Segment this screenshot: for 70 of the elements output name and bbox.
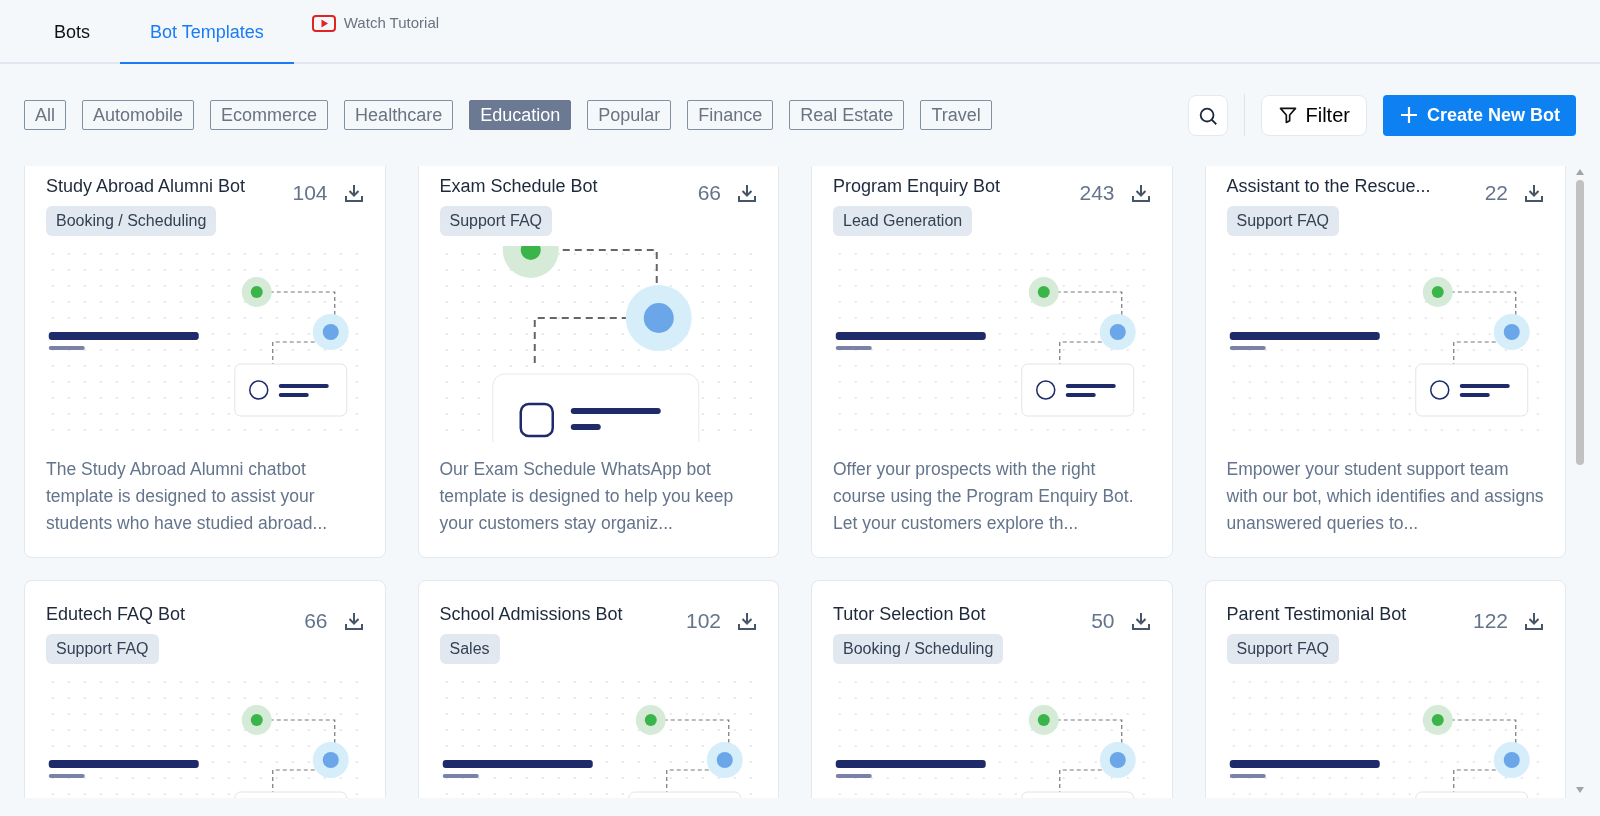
template-card[interactable]: Exam Schedule Bot Support FAQ 66 Our Exam Schedule WhatsApp bot template is designed to help you keep your customers stay organiz... [417,166,779,558]
template-description: The Study Abroad Alumni chatbot template is designed to assist your students who have studied abroad... [46,458,329,535]
download-button[interactable] [737,610,757,631]
category-chip[interactable]: Education [469,100,572,130]
template-description: Empower your student support team with our bot, which identifies and assigns unanswered queries to... [1226,458,1544,535]
download-count: 102 [685,608,721,634]
category-tag: Support FAQ [439,206,552,236]
play-icon [311,14,336,32]
download-icon [737,182,757,203]
download-button[interactable] [737,182,757,203]
template-card[interactable]: Edutech FAQ Bot Support FAQ 66 [24,580,386,798]
template-card[interactable]: Parent Testimonial Bot Support FAQ 122 [1204,580,1566,798]
create-new-bot-button[interactable]: Create New Bot [1382,94,1576,136]
download-count: 22 [1484,180,1508,206]
download-count: 122 [1472,608,1508,634]
watch-tutorial-link[interactable]: Watch Tutorial [311,0,440,62]
category-tag: Support FAQ [1226,206,1339,236]
filter-button[interactable]: Filter [1260,94,1367,136]
filter-icon [1277,105,1298,125]
download-count: 104 [292,180,328,206]
template-title: School Admissions Bot [439,603,623,626]
category-tag: Booking / Scheduling [46,206,217,236]
category-tag: Booking / Scheduling [833,634,1004,664]
category-tag: Support FAQ [1226,634,1339,664]
template-title: Study Abroad Alumni Bot [46,175,246,198]
download-count: 50 [1091,608,1115,634]
download-button[interactable] [1524,610,1544,631]
download-count: 66 [304,608,328,634]
category-chip[interactable]: All [24,100,66,130]
template-card[interactable]: Tutor Selection Bot Booking / Scheduling 50 [811,580,1173,798]
download-icon [737,610,757,631]
category-tag: Lead Generation [833,206,973,236]
download-count: 243 [1079,180,1115,206]
download-icon [343,610,364,631]
category-tag: Sales [439,634,500,664]
category-chip[interactable]: Healthcare [344,100,454,130]
download-icon [1130,182,1151,203]
category-tag: Support FAQ [46,634,159,664]
download-icon [1130,610,1151,631]
tab[interactable]: Bot Templates [120,2,294,64]
category-chip[interactable]: Real Estate [789,100,905,130]
tab[interactable]: Bots [24,2,121,64]
category-chip[interactable]: Finance [687,100,774,130]
template-title: Edutech FAQ Bot [46,603,186,626]
template-title: Program Enquiry Bot [833,175,1001,198]
category-chip[interactable]: Ecommerce [210,100,329,130]
template-card[interactable]: Study Abroad Alumni Bot Booking / Scheduling 104 The Study Abroad Alumni chatbot template is designed to assist your students who have studied abroad... [24,166,386,558]
category-chip[interactable]: Automobile [82,100,195,130]
template-description: Our Exam Schedule WhatsApp bot template is designed to help you keep your customers stay organiz... [439,458,735,535]
download-button[interactable] [343,610,364,631]
template-title: Parent Testimonial Bot [1226,603,1407,626]
download-icon [1524,182,1544,203]
download-count: 66 [697,180,721,206]
download-button[interactable] [1130,610,1151,631]
download-button[interactable] [1524,182,1544,203]
plus-icon [1398,105,1419,125]
template-description: Offer your prospects with the right course using the Program Enquiry Bot. Let your customers explore th... [833,458,1135,535]
download-icon [1524,610,1544,631]
category-chip[interactable]: Travel [920,100,992,130]
template-title: Tutor Selection Bot [833,603,987,626]
template-card[interactable]: Assistant to the Rescue... Support FAQ 22 Empower your student support team with our bot, which identifies and assigns unanswered queries to... [1204,166,1566,558]
download-icon [343,182,364,203]
search-button[interactable] [1187,94,1228,136]
template-card[interactable]: Program Enquiry Bot Lead Generation 243 Offer your prospects with the right course using the Program Enquiry Bot. Let your customers explore th... [811,166,1173,558]
template-title: Assistant to the Rescue... [1226,175,1431,198]
category-chip[interactable]: Popular [587,100,672,130]
download-button[interactable] [343,182,364,203]
template-card[interactable]: School Admissions Bot Sales 102 [417,580,779,798]
template-title: Exam Schedule Bot [439,175,598,198]
download-button[interactable] [1130,182,1151,203]
